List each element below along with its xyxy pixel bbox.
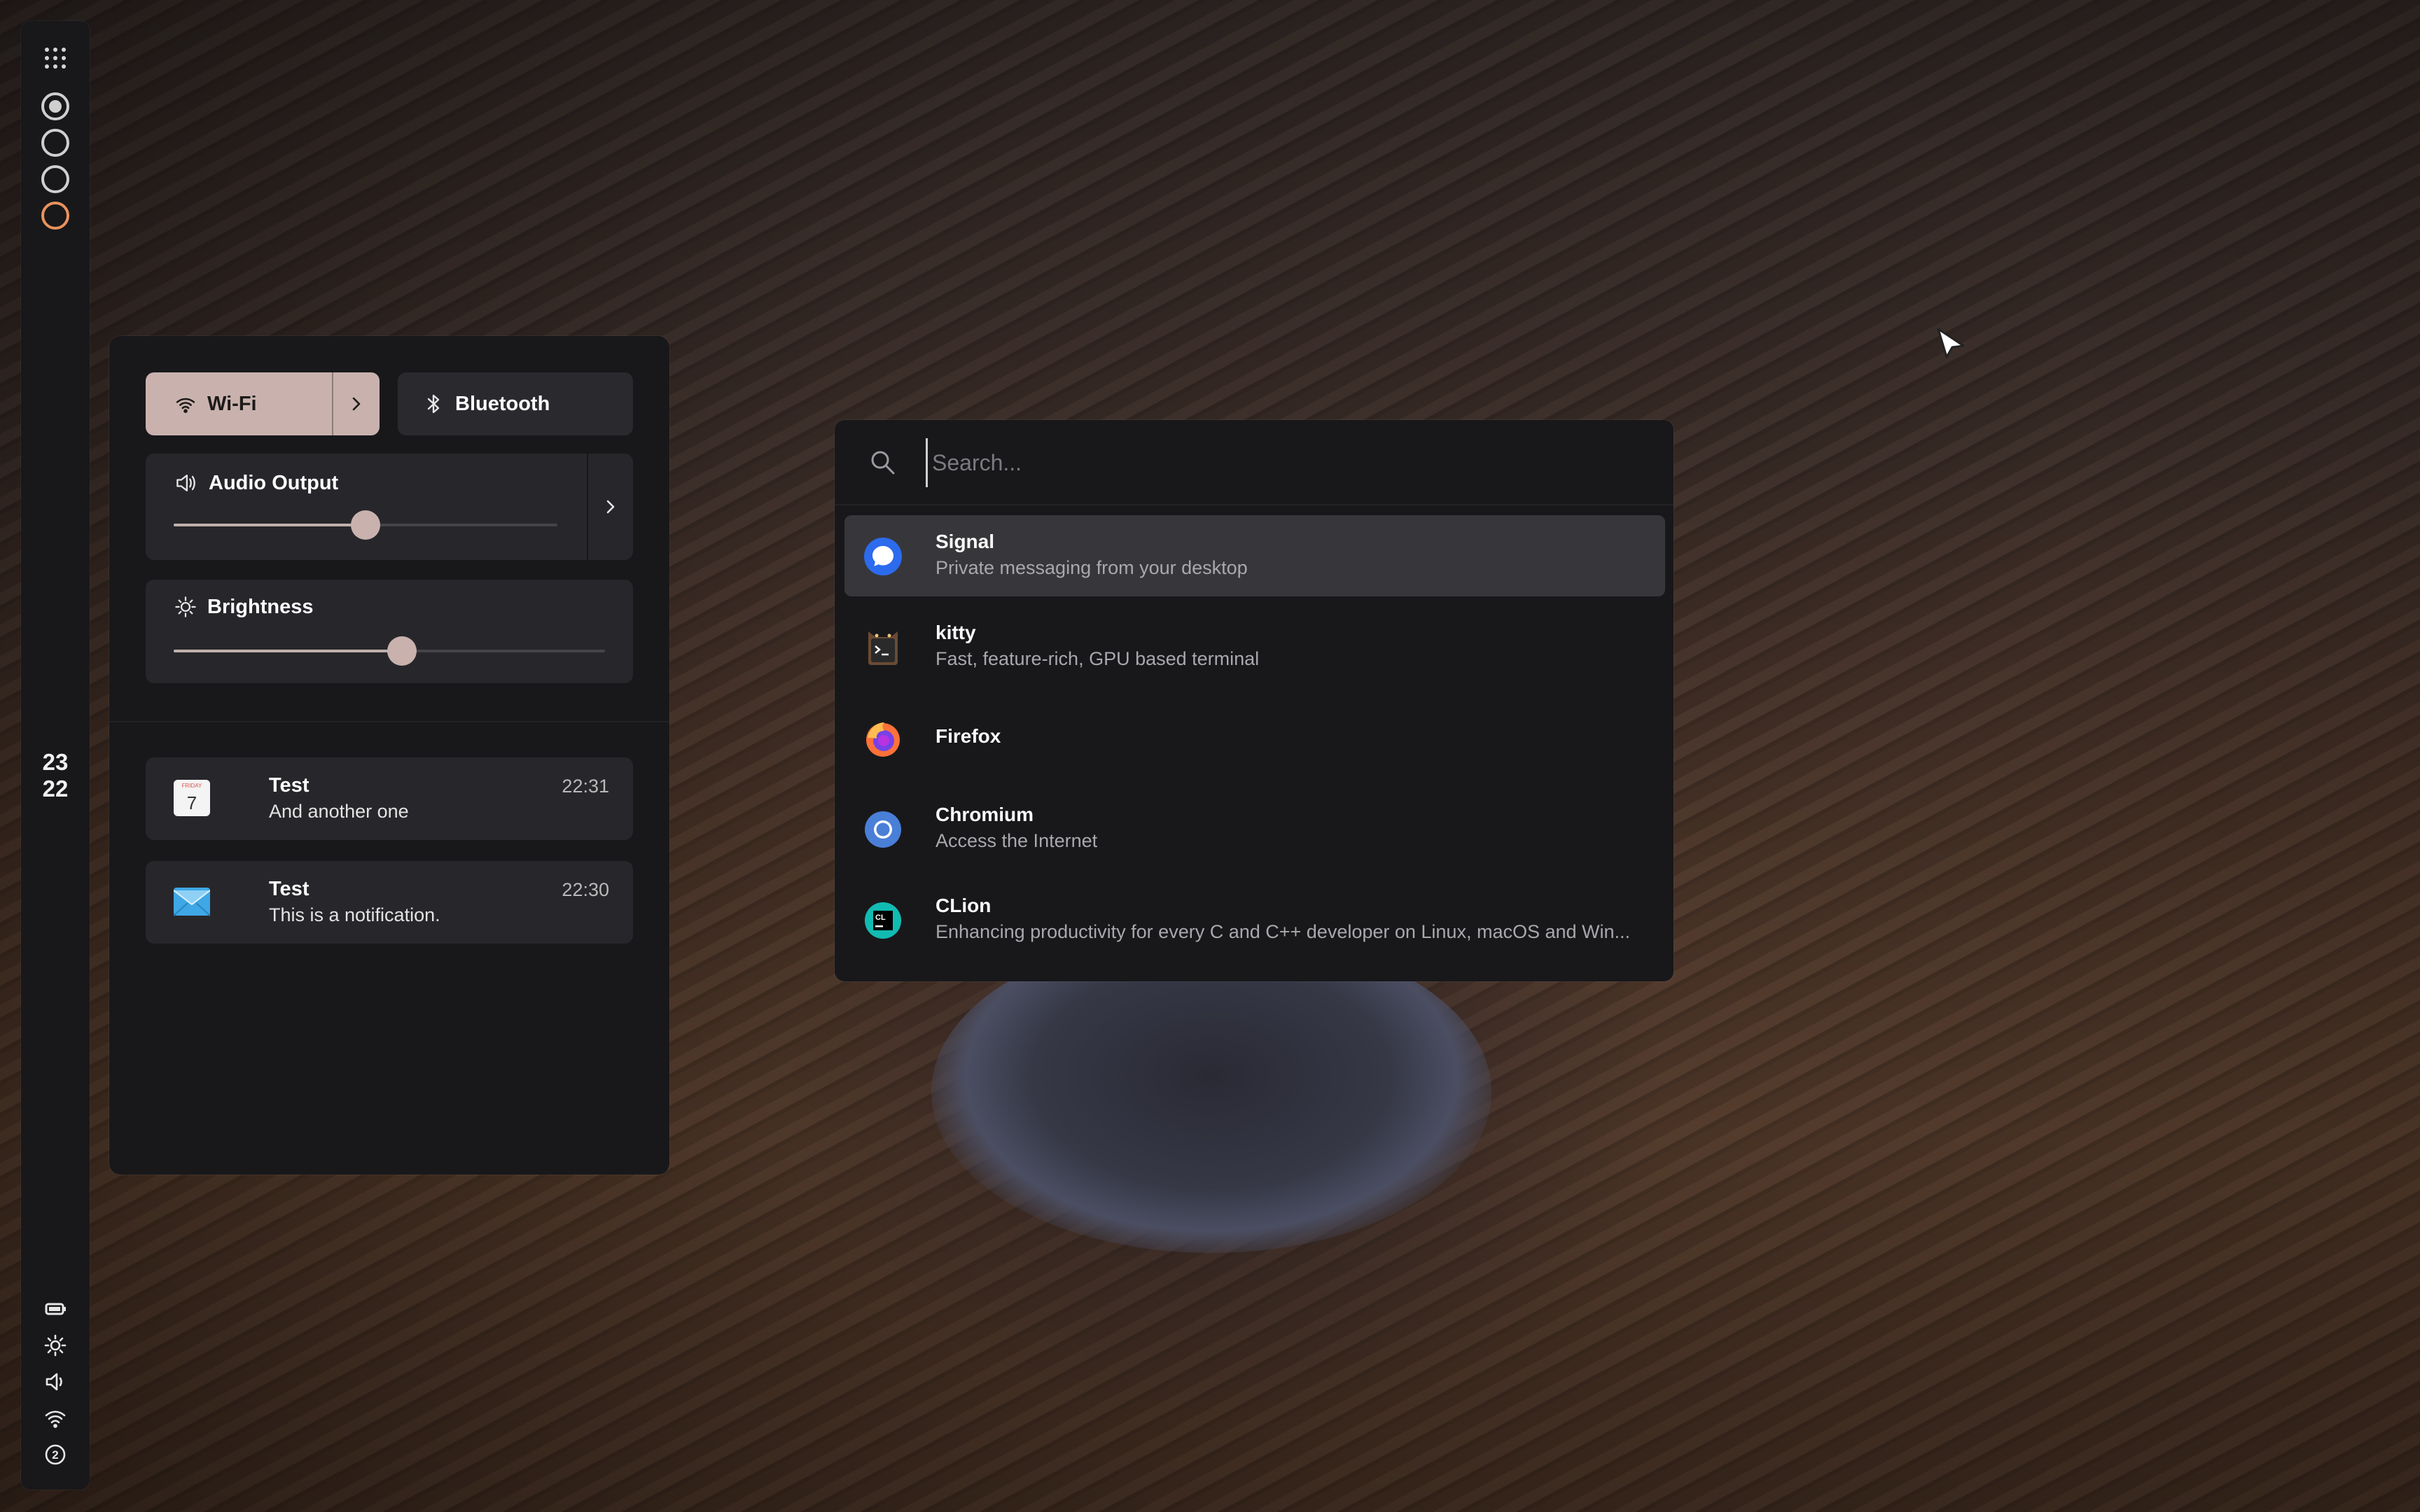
brightness-label: Brightness	[207, 595, 314, 618]
volume-icon[interactable]	[41, 1368, 69, 1396]
calendar-day: FRIDAY	[182, 783, 202, 789]
brightness-slider[interactable]	[174, 636, 605, 666]
app-item-kitty[interactable]: kitty Fast, feature-rich, GPU based term…	[844, 606, 1665, 687]
audio-output-card: Audio Output	[146, 454, 633, 560]
calendar-icon: FRIDAY 7	[174, 780, 210, 816]
app-name: kitty	[936, 622, 976, 643]
workspace-4-indicator[interactable]	[41, 202, 69, 230]
audio-output-expand-button[interactable]	[587, 454, 633, 560]
bluetooth-toggle[interactable]: Bluetooth	[398, 372, 633, 435]
app-item-clion[interactable]: CL CLion Enhancing productivity for ever…	[844, 879, 1665, 960]
launcher-search-bar	[835, 420, 1674, 505]
app-item-chromium[interactable]: Chromium Access the Internet	[844, 788, 1665, 869]
notification-body: This is a notification.	[269, 904, 440, 925]
notification-count: 2	[52, 1448, 58, 1462]
brightness-icon	[175, 596, 196, 617]
app-launcher: Signal Private messaging from your deskt…	[835, 420, 1674, 981]
app-item-signal[interactable]: Signal Private messaging from your deskt…	[844, 515, 1665, 596]
notification-time: 22:31	[562, 776, 609, 797]
app-description: Private messaging from your desktop	[936, 557, 1248, 578]
bluetooth-label: Bluetooth	[455, 392, 550, 415]
brightness-icon[interactable]	[41, 1331, 69, 1359]
audio-slider-knob[interactable]	[351, 510, 380, 540]
search-icon	[871, 451, 895, 475]
wifi-icon[interactable]	[41, 1404, 69, 1432]
clock[interactable]: 23 22	[21, 749, 90, 802]
sidebar-bar: 23 22 2	[21, 21, 90, 1490]
workspace-1-indicator[interactable]	[41, 92, 69, 120]
mouse-cursor-icon	[1937, 328, 1965, 358]
notification-title: Test	[269, 878, 310, 900]
search-input[interactable]	[926, 438, 1648, 487]
workspace-3-indicator[interactable]	[41, 165, 69, 193]
app-name: Chromium	[936, 804, 1034, 825]
wifi-label: Wi-Fi	[207, 392, 257, 415]
svg-text:CL: CL	[875, 913, 886, 922]
notification-item[interactable]: Test This is a notification. 22:30	[146, 861, 633, 944]
app-description: Enhancing productivity for every C and C…	[936, 921, 1631, 942]
clock-minute: 22	[42, 776, 69, 802]
wifi-icon	[176, 398, 195, 414]
audio-output-label: Audio Output	[209, 471, 339, 494]
kitty-icon	[868, 631, 898, 665]
panel-divider	[109, 721, 669, 722]
signal-icon	[864, 538, 902, 575]
workspace-2-indicator[interactable]	[41, 129, 69, 157]
notification-item[interactable]: FRIDAY 7 Test And another one 22:31	[146, 757, 633, 840]
notification-count-icon[interactable]: 2	[41, 1441, 69, 1469]
app-name: Signal	[936, 531, 995, 552]
chevron-right-icon	[352, 397, 361, 411]
bluetooth-icon	[427, 394, 440, 414]
notification-title: Test	[269, 774, 310, 797]
mail-icon	[173, 883, 211, 920]
app-description: Fast, feature-rich, GPU based terminal	[936, 648, 1260, 669]
app-grid-icon[interactable]	[45, 48, 66, 69]
speaker-icon	[176, 475, 195, 491]
notification-time: 22:30	[562, 879, 609, 900]
chromium-icon	[865, 811, 901, 848]
audio-slider-fill	[174, 524, 366, 526]
brightness-slider-knob[interactable]	[387, 636, 417, 666]
clion-icon: CL	[865, 902, 901, 939]
brightness-card: Brightness	[146, 580, 633, 683]
brightness-slider-fill	[174, 650, 403, 652]
clock-hour: 23	[42, 749, 69, 775]
notification-body: And another one	[269, 801, 409, 822]
app-item-firefox[interactable]: Firefox	[844, 697, 1665, 778]
calendar-date: 7	[187, 792, 197, 813]
firefox-icon	[866, 722, 900, 757]
chevron-right-icon	[606, 500, 615, 514]
wifi-toggle[interactable]: Wi-Fi	[146, 372, 380, 435]
audio-volume-slider[interactable]	[174, 510, 557, 540]
battery-icon[interactable]	[41, 1295, 69, 1323]
app-name: Firefox	[936, 725, 1001, 747]
wifi-toggle-button[interactable]: Wi-Fi	[146, 372, 332, 435]
app-description: Access the Internet	[936, 830, 1098, 851]
app-name: CLion	[936, 895, 992, 916]
wifi-expand-button[interactable]	[332, 372, 380, 435]
control-panel: Wi-Fi Bluetooth Audio Output Brightness	[109, 336, 669, 1175]
